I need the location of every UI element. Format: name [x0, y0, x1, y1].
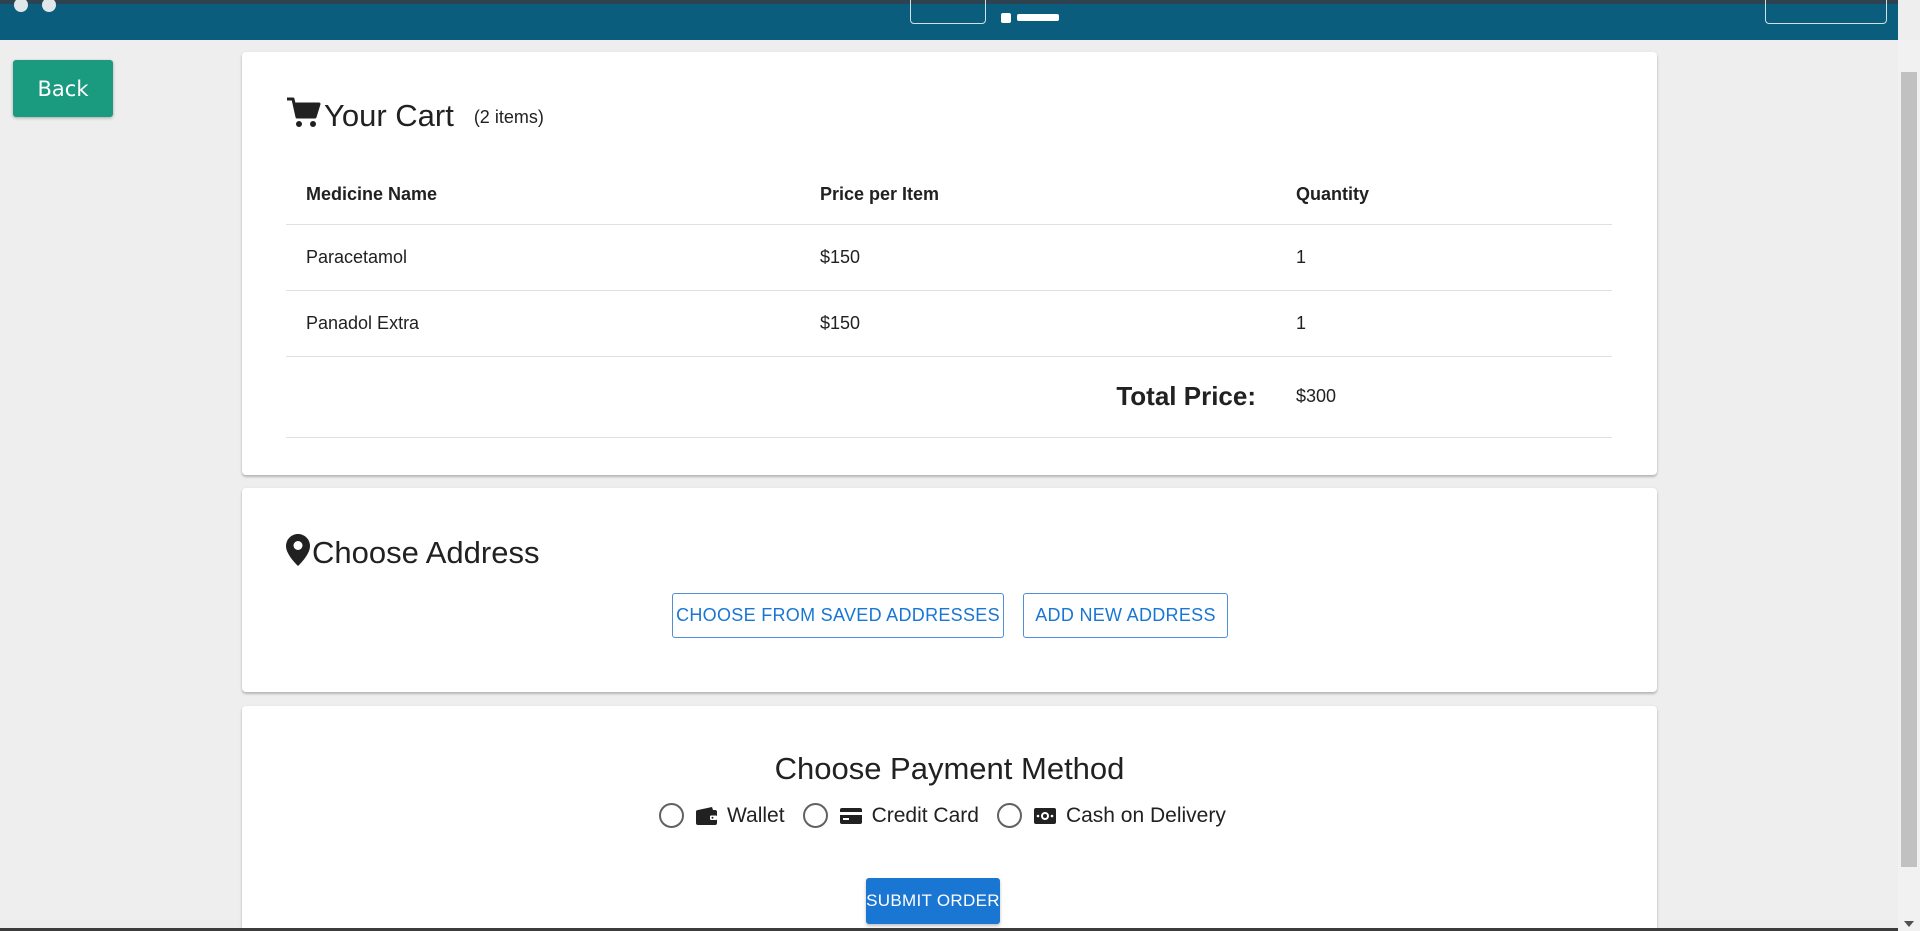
- payment-title: Choose Payment Method: [774, 751, 1125, 786]
- column-header-medicine-name: Medicine Name: [286, 166, 800, 225]
- total-row: Total Price: $300: [286, 356, 1612, 438]
- location-pin-icon: [286, 534, 310, 571]
- header-logo[interactable]: [14, 0, 70, 17]
- address-title: Choose Address: [312, 534, 540, 570]
- table-row: Paracetamol $150 1: [286, 224, 1612, 291]
- submit-order-button[interactable]: SUBMIT ORDER: [866, 878, 1000, 924]
- payment-option-credit-card[interactable]: Credit Card: [802, 803, 979, 828]
- table-header-row: Medicine Name Price per Item Quantity: [286, 166, 1612, 225]
- column-header-quantity: Quantity: [1276, 166, 1612, 225]
- address-header: Choose Address: [286, 534, 539, 571]
- page-scrollbar[interactable]: [1898, 40, 1920, 931]
- credit-card-icon: [839, 807, 862, 824]
- cart-title: Your Cart: [324, 97, 454, 133]
- cart-item-count: (2 items): [473, 107, 544, 127]
- credit-card-radio[interactable]: [802, 803, 828, 828]
- payment-option-wallet[interactable]: Wallet: [659, 803, 785, 828]
- medicine-name-cell: Paracetamol: [286, 224, 800, 291]
- price-cell: $150: [800, 224, 1276, 291]
- total-price-value: $300: [1276, 356, 1612, 438]
- credit-card-label: Credit Card: [871, 803, 979, 827]
- quantity-cell: 1: [1276, 290, 1612, 357]
- wallet-icon: [696, 806, 717, 825]
- scroll-down-arrow-icon[interactable]: [1904, 921, 1914, 927]
- wallet-radio[interactable]: [659, 803, 684, 828]
- scrollbar-thumb[interactable]: [1901, 72, 1917, 867]
- cart-card: Your Cart (2 items) Medicine Name Price …: [242, 52, 1657, 475]
- cash-radio[interactable]: [996, 803, 1022, 828]
- wallet-label: Wallet: [727, 803, 785, 827]
- price-cell: $150: [800, 290, 1276, 357]
- cart-table: Medicine Name Price per Item Quantity Pa…: [286, 166, 1612, 438]
- payment-card: Choose Payment Method Wallet Credit Card…: [242, 706, 1657, 931]
- column-header-price: Price per Item: [800, 166, 1276, 225]
- choose-saved-address-button[interactable]: CHOOSE FROM SAVED ADDRESSES: [672, 593, 1004, 638]
- address-card: Choose Address CHOOSE FROM SAVED ADDRESS…: [242, 488, 1657, 692]
- quantity-cell: 1: [1276, 224, 1612, 291]
- cash-icon: [1033, 807, 1056, 824]
- medicine-name-cell: Panadol Extra: [286, 290, 800, 357]
- cash-on-delivery-label: Cash on Delivery: [1065, 803, 1226, 827]
- header-account-button[interactable]: [1765, 0, 1887, 24]
- add-new-address-button[interactable]: ADD NEW ADDRESS: [1023, 593, 1228, 638]
- back-button[interactable]: Back: [13, 60, 113, 117]
- table-row: Panadol Extra $150 1: [286, 290, 1612, 357]
- header-checkbox[interactable]: [1001, 13, 1011, 23]
- app-header: [0, 0, 1898, 40]
- payment-options: Wallet Credit Card Cash on Delivery: [659, 803, 1226, 828]
- header-label: [1017, 14, 1059, 21]
- cart-header: Your Cart (2 items): [286, 97, 544, 134]
- header-search-button[interactable]: [910, 0, 986, 24]
- total-price-label: Total Price:: [286, 356, 1276, 438]
- payment-option-cash[interactable]: Cash on Delivery: [996, 803, 1226, 828]
- cart-icon: [286, 97, 322, 134]
